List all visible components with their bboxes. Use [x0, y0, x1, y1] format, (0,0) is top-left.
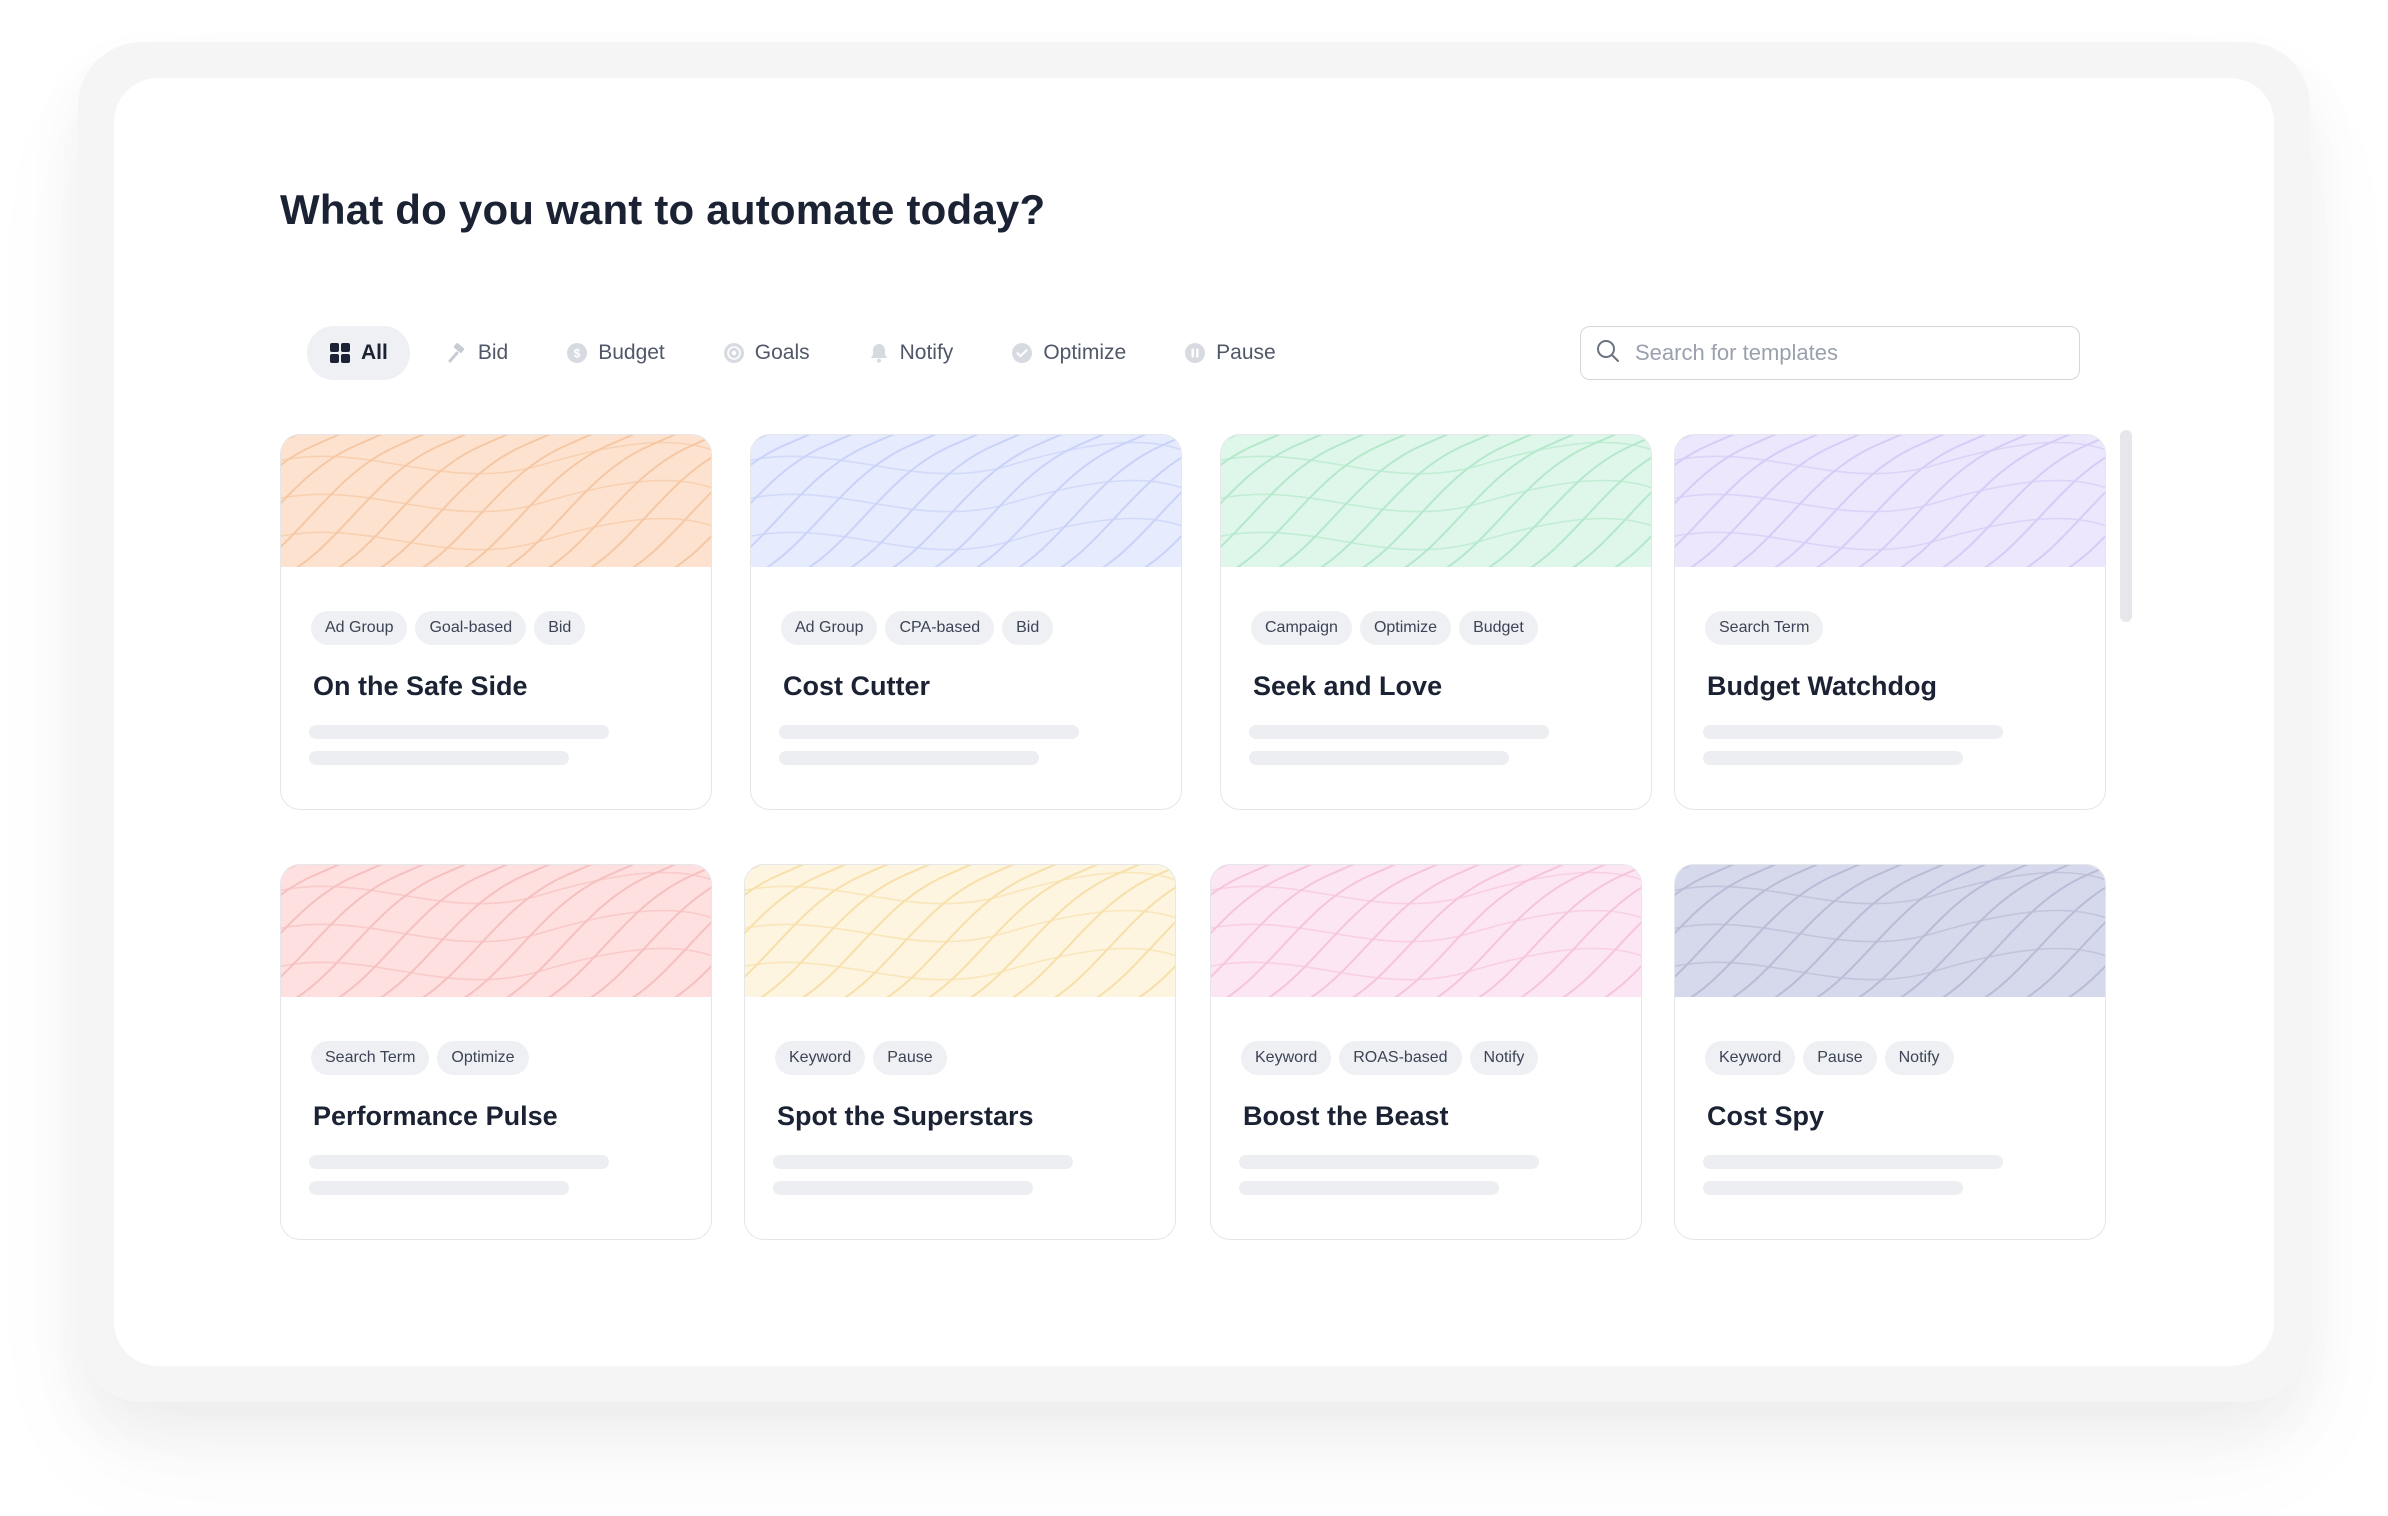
search-icon: [1595, 338, 1621, 369]
card-tags: Keyword ROAS-based Notify: [1241, 1041, 1539, 1075]
check-circle-icon: [1011, 342, 1033, 364]
template-card[interactable]: Keyword Pause Notify Cost Spy: [1674, 864, 2106, 1240]
card-banner-pattern: [1211, 865, 1641, 997]
tag-badge: Budget: [1459, 611, 1538, 645]
filter-pause[interactable]: Pause: [1162, 326, 1298, 380]
template-card[interactable]: Keyword ROAS-based Notify Boost the Beast: [1210, 864, 1642, 1240]
card-banner-pattern: [281, 865, 711, 997]
card-title: Seek and Love: [1253, 671, 1443, 701]
gavel-icon: [446, 342, 468, 364]
filter-label: All: [361, 341, 388, 364]
grid-icon: [329, 342, 351, 364]
card-banner-pattern: [1675, 865, 2105, 997]
description-placeholder-line: [1239, 1181, 1499, 1195]
tag-badge: Pause: [873, 1041, 947, 1075]
pause-circle-icon: [1184, 342, 1206, 364]
tag-badge: Bid: [1002, 611, 1054, 645]
description-placeholder-line: [1703, 725, 2003, 739]
description-placeholder-line: [773, 1155, 1073, 1169]
filter-label: Bid: [477, 341, 509, 364]
tag-badge: Keyword: [775, 1041, 866, 1075]
card-tags: Campaign Optimize Budget: [1251, 611, 1538, 645]
card-banner-pattern: [281, 435, 711, 567]
filter-label: Pause: [1216, 341, 1276, 364]
filter-label: Optimize: [1043, 341, 1127, 364]
description-placeholder-line: [1249, 751, 1509, 765]
card-banner-pattern: [1221, 435, 1651, 567]
filter-budget[interactable]: $ Budget: [544, 326, 687, 380]
card-tags: Search Term: [1705, 611, 1824, 645]
description-placeholder-line: [309, 751, 569, 765]
description-placeholder-line: [309, 725, 609, 739]
card-tags: Ad Group Goal-based Bid: [311, 611, 586, 645]
tag-badge: Ad Group: [311, 611, 408, 645]
tag-badge: CPA-based: [885, 611, 995, 645]
tag-badge: Search Term: [1705, 611, 1824, 645]
bell-icon: [868, 342, 890, 364]
tag-badge: ROAS-based: [1339, 1041, 1462, 1075]
template-card[interactable]: Search Term Optimize Performance Pulse: [280, 864, 712, 1240]
card-title: Performance Pulse: [313, 1101, 558, 1131]
svg-text:$: $: [574, 347, 581, 361]
filter-goals[interactable]: Goals: [701, 326, 832, 380]
card-tags: Search Term Optimize: [311, 1041, 529, 1075]
filter-label: Notify: [899, 341, 954, 364]
filter-bid[interactable]: Bid: [424, 326, 530, 380]
filter-bar: All Bid $ Budget Goals Notify Optimize Pause: [307, 326, 1298, 380]
search-box[interactable]: [1580, 326, 2080, 380]
template-card[interactable]: Ad Group Goal-based Bid On the Safe Side: [280, 434, 712, 810]
card-title: Budget Watchdog: [1707, 671, 1937, 701]
description-placeholder-line: [1703, 751, 1963, 765]
card-banner-pattern: [745, 865, 1175, 997]
scrollbar[interactable]: [2120, 430, 2132, 622]
tag-badge: Optimize: [437, 1041, 529, 1075]
card-tags: Ad Group CPA-based Bid: [781, 611, 1054, 645]
tag-badge: Keyword: [1705, 1041, 1796, 1075]
card-tags: Keyword Pause Notify: [1705, 1041, 1954, 1075]
search-input[interactable]: [1633, 339, 2079, 367]
tag-badge: Search Term: [311, 1041, 430, 1075]
tag-badge: Notify: [1884, 1041, 1954, 1075]
filter-optimize[interactable]: Optimize: [989, 326, 1148, 380]
tag-badge: Notify: [1469, 1041, 1539, 1075]
target-icon: [723, 342, 745, 364]
tag-badge: Pause: [1803, 1041, 1877, 1075]
filter-notify[interactable]: Notify: [846, 326, 976, 380]
tag-badge: Bid: [534, 611, 586, 645]
template-card[interactable]: Campaign Optimize Budget Seek and Love: [1220, 434, 1652, 810]
description-placeholder-line: [779, 725, 1079, 739]
dollar-coin-icon: $: [566, 342, 588, 364]
template-card[interactable]: Ad Group CPA-based Bid Cost Cutter: [750, 434, 1182, 810]
tag-badge: Keyword: [1241, 1041, 1332, 1075]
description-placeholder-line: [1239, 1155, 1539, 1169]
card-title: Spot the Superstars: [777, 1101, 1034, 1131]
card-title: On the Safe Side: [313, 671, 528, 701]
tag-badge: Campaign: [1251, 611, 1352, 645]
filter-label: Goals: [754, 341, 810, 364]
card-title: Cost Cutter: [783, 671, 930, 701]
description-placeholder-line: [1703, 1155, 2003, 1169]
card-title: Boost the Beast: [1243, 1101, 1449, 1131]
filter-label: Budget: [598, 341, 665, 364]
card-banner-pattern: [751, 435, 1181, 567]
template-card[interactable]: Keyword Pause Spot the Superstars: [744, 864, 1176, 1240]
tag-badge: Ad Group: [781, 611, 878, 645]
tag-badge: Goal-based: [415, 611, 527, 645]
description-placeholder-line: [1703, 1181, 1963, 1195]
card-banner-pattern: [1675, 435, 2105, 567]
card-title: Cost Spy: [1707, 1101, 1825, 1131]
filter-all[interactable]: All: [307, 326, 410, 380]
template-card[interactable]: Search Term Budget Watchdog: [1674, 434, 2106, 810]
description-placeholder-line: [309, 1155, 609, 1169]
description-placeholder-line: [309, 1181, 569, 1195]
tag-badge: Optimize: [1359, 611, 1452, 645]
card-tags: Keyword Pause: [775, 1041, 947, 1075]
page-title: What do you want to automate today?: [280, 186, 1046, 233]
description-placeholder-line: [779, 751, 1039, 765]
description-placeholder-line: [773, 1181, 1033, 1195]
description-placeholder-line: [1249, 725, 1549, 739]
